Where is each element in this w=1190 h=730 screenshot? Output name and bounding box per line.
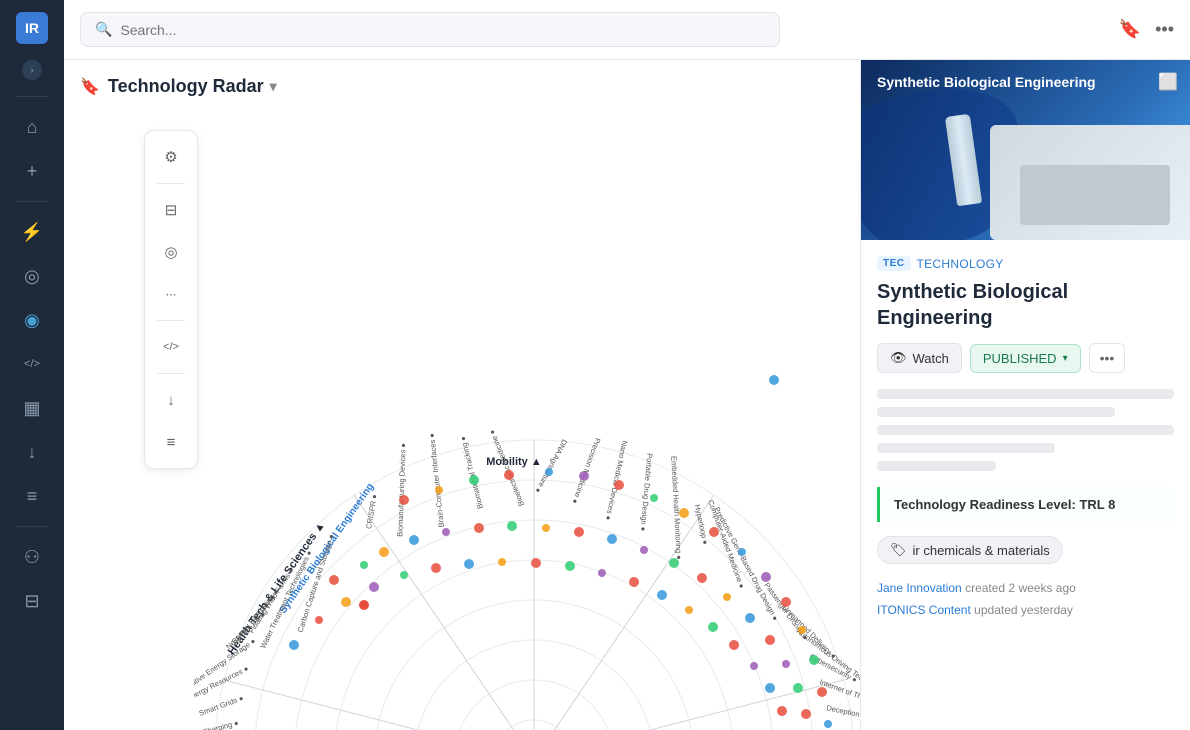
- skeleton-line-4: [877, 443, 1055, 453]
- card-actions: 👁 Watch PUBLISHED ▾ •••: [877, 343, 1174, 373]
- svg-text:Biomanufacturing Devices ●: Biomanufacturing Devices ●: [395, 443, 407, 537]
- sidebar-item-explore[interactable]: ◎: [12, 256, 52, 296]
- svg-text:Nano Medical Devices ●: Nano Medical Devices ●: [604, 440, 630, 521]
- sidebar-item-download[interactable]: ↓: [12, 432, 52, 472]
- card-image-title: Synthetic Biological Engineering: [877, 74, 1154, 90]
- skeleton-line-3: [877, 425, 1174, 435]
- skeleton-content: [877, 389, 1174, 471]
- tool-location[interactable]: ◎: [153, 234, 189, 270]
- search-input[interactable]: [120, 22, 765, 38]
- radar-arcs: Mobility ▲ Health Tech & Life Sciences ▲…: [194, 375, 860, 730]
- status-dropdown-icon: ▾: [1063, 353, 1068, 364]
- skeleton-line-2: [877, 407, 1115, 417]
- equipment-detail: [1020, 165, 1170, 225]
- svg-text:Brain-Computer Interfaces ●: Brain-Computer Interfaces ●: [427, 433, 446, 528]
- radar-header: 🔖 Technology Radar ▾: [80, 76, 844, 97]
- sidebar-item-home[interactable]: ⌂: [12, 107, 52, 147]
- svg-text:Smart Grids ●: Smart Grids ●: [198, 693, 245, 717]
- search-box[interactable]: 🔍: [80, 12, 780, 47]
- radar-bookmark-icon: 🔖: [80, 77, 100, 97]
- svg-text:Hyperloop ●: Hyperloop ●: [693, 504, 710, 546]
- tool-connection[interactable]: ⋯: [153, 276, 189, 312]
- category-badge: TEC: [877, 256, 911, 271]
- tool-code[interactable]: </>: [153, 329, 189, 365]
- sidebar-item-code[interactable]: </>: [12, 344, 52, 384]
- tool-divider-2: [157, 320, 185, 321]
- sidebar-item-add[interactable]: +: [12, 151, 52, 191]
- topbar-actions: 🔖 •••: [1119, 19, 1174, 40]
- sidebar: IR › ⌂ + ⚡ ◎ ◉ </> ▦ ↓ ≡ ⚇ ⊟: [0, 0, 64, 730]
- watch-button[interactable]: 👁 Watch: [877, 343, 962, 373]
- sidebar-collapse-btn[interactable]: ›: [22, 60, 42, 80]
- tool-divider-3: [157, 373, 185, 374]
- updated-info: ITONICS Content updated yesterday: [877, 600, 1174, 622]
- app-logo: IR: [16, 12, 48, 44]
- more-options-button[interactable]: •••: [1155, 19, 1174, 40]
- radar-container: Mobility ▲ Health Tech & Life Sciences ▲…: [194, 120, 860, 730]
- svg-text:Predictive Gene-Based Drug Des: Predictive Gene-Based Drug Design ●: [712, 505, 780, 622]
- tool-download[interactable]: ↓: [153, 382, 189, 418]
- category-tag-item[interactable]: 🏷 ir chemicals & materials: [877, 536, 1063, 564]
- svg-text:Portable Drug Design ●: Portable Drug Design ●: [639, 453, 655, 532]
- sidebar-item-layers[interactable]: ⊟: [12, 581, 52, 621]
- sidebar-item-people[interactable]: ⚇: [12, 537, 52, 577]
- card-tag: TEC TECHNOLOGY: [877, 256, 1174, 271]
- radar-panel: 🔖 Technology Radar ▾ ⚙ ⊟ ◎ ⋯ </> ↓ ≡: [64, 60, 860, 730]
- tool-layers[interactable]: ⊟: [153, 192, 189, 228]
- bookmark-button[interactable]: 🔖: [1119, 19, 1141, 40]
- svg-text:Mobility ▲: Mobility ▲: [486, 456, 542, 468]
- tool-list[interactable]: ≡: [153, 424, 189, 460]
- trl-section: Technology Readiness Level: TRL 8: [877, 487, 1174, 522]
- sidebar-divider-top: [16, 96, 48, 97]
- sidebar-item-analytics[interactable]: ▦: [12, 388, 52, 428]
- tool-panel: ⚙ ⊟ ◎ ⋯ </> ↓ ≡: [144, 130, 198, 469]
- topbar: 🔍 🔖 •••: [64, 0, 1190, 60]
- detail-panel: Synthetic Biological Engineering ⬜ TEC T…: [860, 60, 1190, 730]
- category-label: TECHNOLOGY: [917, 257, 1004, 271]
- sidebar-divider-2: [16, 526, 48, 527]
- sidebar-divider-1: [16, 201, 48, 202]
- svg-text:Embedded Health Monitoring ●: Embedded Health Monitoring ●: [669, 456, 683, 560]
- card-image: Synthetic Biological Engineering ⬜: [861, 60, 1190, 240]
- created-info: Jane Innovation created 2 weeks ago: [877, 578, 1174, 600]
- eye-icon: 👁: [890, 350, 907, 366]
- search-icon: 🔍: [95, 21, 112, 38]
- card-meta: Jane Innovation created 2 weeks ago ITON…: [877, 578, 1174, 621]
- sidebar-item-alerts[interactable]: ⚡: [12, 212, 52, 252]
- card-image-icon: ⬜: [1158, 72, 1178, 92]
- skeleton-line-5: [877, 461, 996, 471]
- status-button[interactable]: PUBLISHED ▾: [970, 344, 1081, 373]
- skeleton-line-1: [877, 389, 1174, 399]
- sidebar-item-list[interactable]: ≡: [12, 476, 52, 516]
- radar-svg: Mobility ▲ Health Tech & Life Sciences ▲…: [194, 120, 860, 730]
- card-title: Synthetic Biological Engineering: [877, 279, 1174, 331]
- radar-title[interactable]: Technology Radar ▾: [108, 76, 277, 97]
- sidebar-item-radar[interactable]: ◉: [12, 300, 52, 340]
- main-content: 🔍 🔖 ••• 🔖 Technology Radar ▾ ⚙ ⊟ ◎: [64, 0, 1190, 730]
- tag-icon: 🏷: [890, 542, 907, 558]
- card-body: TEC TECHNOLOGY Synthetic Biological Engi…: [861, 240, 1190, 637]
- tool-settings[interactable]: ⚙: [153, 139, 189, 175]
- tool-divider-1: [157, 183, 185, 184]
- svg-text:Precision Medicine ●: Precision Medicine ●: [570, 437, 602, 505]
- more-button[interactable]: •••: [1089, 343, 1126, 373]
- page-area: 🔖 Technology Radar ▾ ⚙ ⊟ ◎ ⋯ </> ↓ ≡: [64, 60, 1190, 730]
